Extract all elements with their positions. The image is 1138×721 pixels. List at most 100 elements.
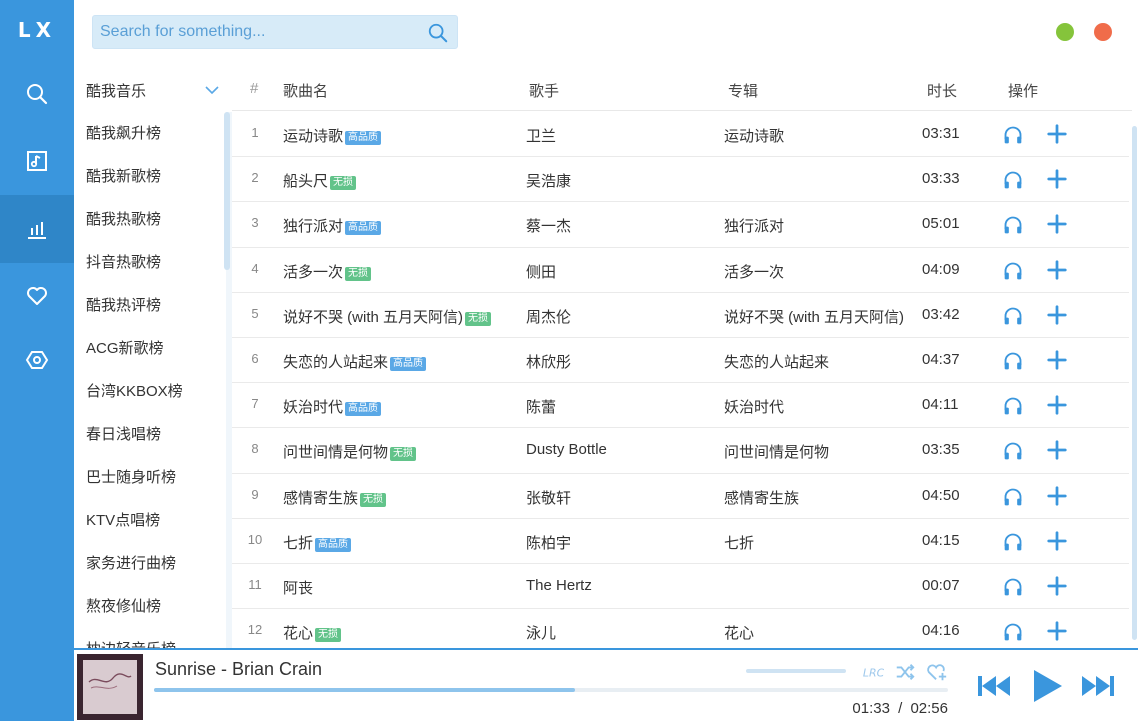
- lyrics-icon[interactable]: LRC: [862, 662, 884, 682]
- leaderboard-item[interactable]: 酷我飙升榜: [74, 112, 226, 155]
- table-row[interactable]: 3 独行派对 高品质 蔡一杰 独行派对 05:01: [232, 202, 1129, 248]
- search-input[interactable]: [93, 23, 413, 41]
- headphones-icon[interactable]: [1003, 306, 1023, 326]
- song-name-cell: 阿丧: [283, 577, 313, 598]
- quality-badge: 无损: [390, 447, 417, 462]
- leaderboard-item[interactable]: 熬夜修仙榜: [74, 585, 226, 628]
- add-to-list-icon[interactable]: [1046, 530, 1068, 552]
- volume-slider[interactable]: [746, 669, 846, 673]
- add-to-list-icon[interactable]: [1046, 394, 1068, 416]
- add-to-list-icon[interactable]: [1046, 123, 1068, 145]
- song-table-scrollbar[interactable]: [1132, 126, 1137, 640]
- leaderboard-item[interactable]: 巴士随身听榜: [74, 456, 226, 499]
- row-number: 12: [247, 622, 263, 638]
- nav-songlist[interactable]: [0, 127, 74, 195]
- close-button[interactable]: [1094, 23, 1112, 41]
- singer-cell[interactable]: 泳儿: [526, 622, 556, 643]
- headphones-icon[interactable]: [1003, 622, 1023, 642]
- add-to-list-icon[interactable]: [1046, 213, 1068, 235]
- singer-cell[interactable]: 周杰伦: [526, 306, 571, 327]
- favorite-add-icon[interactable]: [926, 662, 948, 682]
- duration-cell: 04:09: [922, 260, 960, 278]
- headphones-icon[interactable]: [1003, 125, 1023, 145]
- leaderboard-scrollbar[interactable]: [224, 112, 230, 270]
- previous-button[interactable]: [976, 668, 1014, 704]
- leaderboard-item[interactable]: 酷我热歌榜: [74, 198, 226, 241]
- album-cell[interactable]: 妖治时代: [724, 396, 784, 417]
- album-cell[interactable]: 活多一次: [724, 261, 784, 282]
- headphones-icon[interactable]: [1003, 215, 1023, 235]
- album-cell[interactable]: 七折: [724, 532, 754, 553]
- table-row[interactable]: 9 感情寄生族 无损 张敬轩 感情寄生族 04:50: [232, 474, 1129, 519]
- table-row[interactable]: 12 花心 无损 泳儿 花心 04:16: [232, 609, 1129, 648]
- headphones-icon[interactable]: [1003, 351, 1023, 371]
- add-to-list-icon[interactable]: [1046, 304, 1068, 326]
- album-cell[interactable]: 花心: [724, 622, 754, 643]
- add-to-list-icon[interactable]: [1046, 259, 1068, 281]
- album-cell[interactable]: 运动诗歌: [724, 125, 784, 146]
- leaderboard-item[interactable]: KTV点唱榜: [74, 499, 226, 542]
- album-cell[interactable]: 说好不哭 (with 五月天阿信): [724, 306, 904, 327]
- headphones-icon[interactable]: [1003, 487, 1023, 507]
- singer-cell[interactable]: 侧田: [526, 261, 556, 282]
- album-cell[interactable]: 失恋的人站起来: [724, 351, 829, 372]
- leaderboard-item[interactable]: ACG新歌榜: [74, 327, 226, 370]
- nav-settings[interactable]: [0, 326, 74, 394]
- progress-bar[interactable]: [154, 688, 948, 692]
- album-cell[interactable]: 感情寄生族: [724, 487, 799, 508]
- singer-cell[interactable]: 陈柏宇: [526, 532, 571, 553]
- singer-cell[interactable]: 吴浩康: [526, 170, 571, 191]
- headphones-icon[interactable]: [1003, 170, 1023, 190]
- table-row[interactable]: 8 问世间情是何物 无损 Dusty Bottle 问世间情是何物 03:35: [232, 428, 1129, 474]
- leaderboard-item[interactable]: 台湾KKBOX榜: [74, 370, 226, 413]
- table-row[interactable]: 2 船头尺 无损 吴浩康 03:33: [232, 157, 1129, 203]
- headphones-icon[interactable]: [1003, 441, 1023, 461]
- album-cover[interactable]: [77, 654, 143, 720]
- leaderboard-item[interactable]: 春日浅唱榜: [74, 413, 226, 456]
- leaderboard-item[interactable]: 酷我热评榜: [74, 284, 226, 327]
- add-to-list-icon[interactable]: [1046, 575, 1068, 597]
- leaderboard-item[interactable]: 家务进行曲榜: [74, 542, 226, 585]
- table-row[interactable]: 1 运动诗歌 高品质 卫兰 运动诗歌 03:31: [232, 112, 1129, 158]
- shuffle-icon[interactable]: [894, 662, 916, 682]
- headphones-icon[interactable]: [1003, 532, 1023, 552]
- singer-cell[interactable]: 卫兰: [526, 125, 556, 146]
- source-selector[interactable]: 酷我音乐: [74, 70, 226, 110]
- table-row[interactable]: 5 说好不哭 (with 五月天阿信) 无损 周杰伦 说好不哭 (with 五月天阿信)…: [232, 293, 1129, 338]
- minimize-button[interactable]: [1056, 23, 1074, 41]
- next-button[interactable]: [1078, 668, 1116, 704]
- nav-favorites[interactable]: [0, 262, 74, 330]
- table-row[interactable]: 6 失恋的人站起来 高品质 林欣彤 失恋的人站起来 04:37: [232, 338, 1129, 384]
- row-number: 7: [251, 396, 259, 412]
- add-to-list-icon[interactable]: [1046, 620, 1068, 642]
- time-display: 01:33 / 02:56: [852, 700, 948, 717]
- singer-cell[interactable]: The Hertz: [526, 577, 592, 594]
- table-row[interactable]: 10 七折 高品质 陈柏宇 七折 04:15: [232, 519, 1129, 564]
- table-row[interactable]: 7 妖治时代 高品质 陈蕾 妖治时代 04:11: [232, 383, 1129, 429]
- headphones-icon[interactable]: [1003, 577, 1023, 597]
- add-to-list-icon[interactable]: [1046, 485, 1068, 507]
- add-to-list-icon[interactable]: [1046, 439, 1068, 461]
- singer-cell[interactable]: Dusty Bottle: [526, 441, 607, 458]
- album-cell[interactable]: 独行派对: [724, 215, 784, 236]
- singer-cell[interactable]: 陈蕾: [526, 396, 556, 417]
- singer-cell[interactable]: 蔡一杰: [526, 215, 571, 236]
- singer-cell[interactable]: 张敬轩: [526, 487, 571, 508]
- table-row[interactable]: 11 阿丧 The Hertz 00:07: [232, 564, 1129, 610]
- singer-cell[interactable]: 林欣彤: [526, 351, 571, 372]
- table-row[interactable]: 4 活多一次 无损 侧田 活多一次 04:09: [232, 248, 1129, 293]
- nav-leaderboard[interactable]: [0, 195, 74, 263]
- add-to-list-icon[interactable]: [1046, 168, 1068, 190]
- headphones-icon[interactable]: [1003, 261, 1023, 281]
- add-to-list-icon[interactable]: [1046, 349, 1068, 371]
- leaderboard-item[interactable]: 枕边轻音乐榜: [74, 628, 226, 648]
- song-name: 船头尺: [283, 173, 329, 191]
- search-icon[interactable]: [427, 22, 449, 44]
- nav-search[interactable]: [0, 60, 74, 128]
- main-panel: 酷我音乐 酷我飙升榜酷我新歌榜酷我热歌榜抖音热歌榜酷我热评榜ACG新歌榜台湾KK…: [74, 0, 1138, 721]
- play-button[interactable]: [1026, 666, 1066, 706]
- album-cell[interactable]: 问世间情是何物: [724, 441, 829, 462]
- leaderboard-item[interactable]: 酷我新歌榜: [74, 155, 226, 198]
- leaderboard-item[interactable]: 抖音热歌榜: [74, 241, 226, 284]
- headphones-icon[interactable]: [1003, 396, 1023, 416]
